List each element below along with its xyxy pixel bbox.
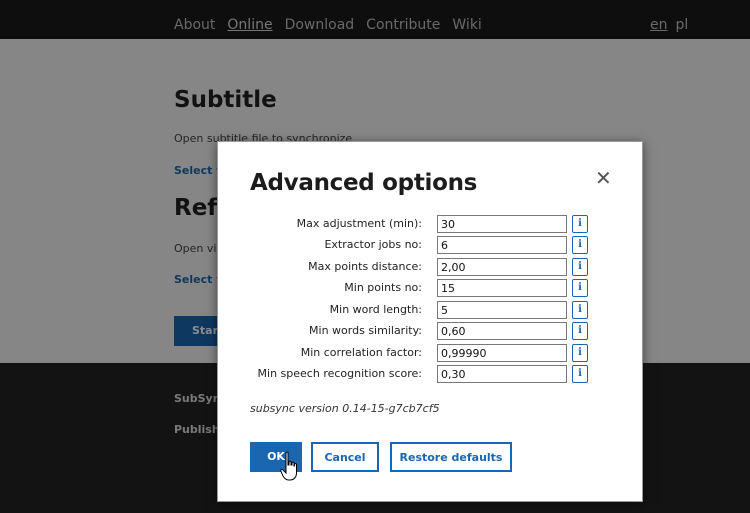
info-icon[interactable]: i — [572, 236, 588, 254]
option-row-min-correlation: Min correlation factor: i — [218, 344, 644, 362]
option-row-min-speech-score: Min speech recognition score: i — [218, 365, 644, 383]
option-label: Min speech recognition score: — [257, 367, 422, 380]
info-icon[interactable]: i — [572, 301, 588, 319]
option-label: Min points no: — [344, 281, 422, 294]
info-icon[interactable]: i — [572, 322, 588, 340]
option-row-max-points-distance: Max points distance: i — [218, 258, 644, 276]
option-label: Min words similarity: — [309, 324, 422, 337]
min-speech-score-input[interactable] — [437, 365, 567, 383]
option-label: Min correlation factor: — [300, 346, 422, 359]
info-icon[interactable]: i — [572, 344, 588, 362]
option-label: Max points distance: — [308, 260, 422, 273]
restore-defaults-button[interactable]: Restore defaults — [390, 442, 512, 472]
close-icon[interactable]: ✕ — [595, 168, 612, 188]
extractor-jobs-input[interactable] — [437, 236, 567, 254]
info-icon[interactable]: i — [572, 258, 588, 276]
info-icon[interactable]: i — [572, 365, 588, 383]
option-label: Max adjustment (min): — [296, 217, 422, 230]
option-row-min-words-similarity: Min words similarity: i — [218, 322, 644, 340]
option-row-max-adjustment: Max adjustment (min): i — [218, 215, 644, 233]
cancel-button[interactable]: Cancel — [311, 442, 379, 472]
version-text: subsync version 0.14-15-g7cb7cf5 — [250, 402, 440, 415]
min-word-length-input[interactable] — [437, 301, 567, 319]
min-correlation-input[interactable] — [437, 344, 567, 362]
max-points-distance-input[interactable] — [437, 258, 567, 276]
option-row-extractor-jobs: Extractor jobs no: i — [218, 236, 644, 254]
info-icon[interactable]: i — [572, 279, 588, 297]
option-label: Extractor jobs no: — [324, 238, 422, 251]
min-points-input[interactable] — [437, 279, 567, 297]
option-row-min-points: Min points no: i — [218, 279, 644, 297]
advanced-options-dialog: Advanced options ✕ Max adjustment (min):… — [217, 141, 643, 502]
info-icon[interactable]: i — [572, 215, 588, 233]
option-label: Min word length: — [329, 303, 422, 316]
max-adjustment-input[interactable] — [437, 215, 567, 233]
min-words-similarity-input[interactable] — [437, 322, 567, 340]
dialog-title: Advanced options — [250, 170, 478, 196]
option-row-min-word-length: Min word length: i — [218, 301, 644, 319]
hand-cursor-icon — [280, 451, 297, 481]
